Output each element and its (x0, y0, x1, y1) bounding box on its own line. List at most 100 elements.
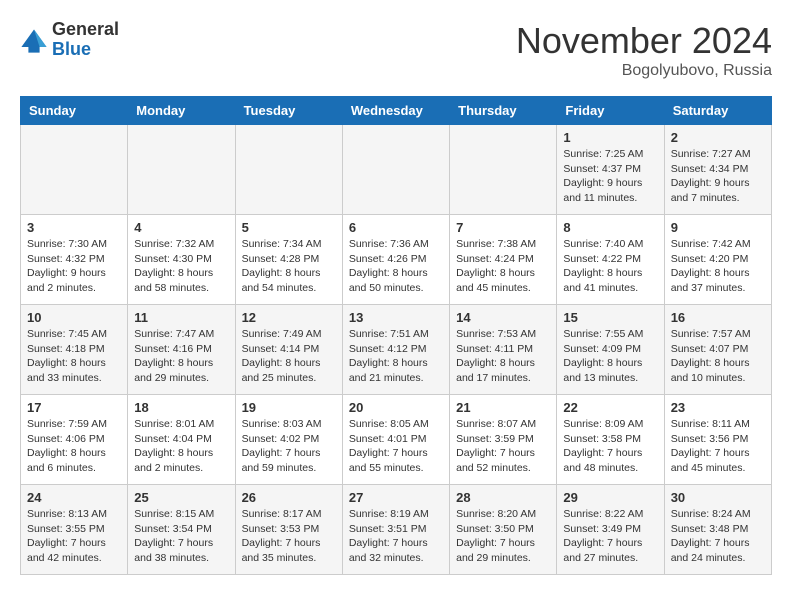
day-info: Sunrise: 7:47 AM Sunset: 4:16 PM Dayligh… (134, 327, 228, 386)
day-info: Sunrise: 8:20 AM Sunset: 3:50 PM Dayligh… (456, 507, 550, 566)
day-number: 14 (456, 310, 550, 325)
day-info: Sunrise: 7:40 AM Sunset: 4:22 PM Dayligh… (563, 237, 657, 296)
calendar-cell (21, 125, 128, 215)
day-number: 24 (27, 490, 121, 505)
day-info: Sunrise: 8:01 AM Sunset: 4:04 PM Dayligh… (134, 417, 228, 476)
column-header-monday: Monday (128, 97, 235, 125)
calendar-cell: 15 Sunrise: 7:55 AM Sunset: 4:09 PM Dayli… (557, 305, 664, 395)
column-header-saturday: Saturday (664, 97, 771, 125)
day-info: Sunrise: 8:03 AM Sunset: 4:02 PM Dayligh… (242, 417, 336, 476)
calendar-cell: 25 Sunrise: 8:15 AM Sunset: 3:54 PM Dayli… (128, 485, 235, 575)
calendar-cell: 4 Sunrise: 7:32 AM Sunset: 4:30 PM Daylig… (128, 215, 235, 305)
day-number: 29 (563, 490, 657, 505)
day-info: Sunrise: 8:07 AM Sunset: 3:59 PM Dayligh… (456, 417, 550, 476)
page-header: General Blue November 2024 Bogolyubovo, … (20, 20, 772, 80)
calendar-cell: 5 Sunrise: 7:34 AM Sunset: 4:28 PM Daylig… (235, 215, 342, 305)
day-number: 16 (671, 310, 765, 325)
column-header-tuesday: Tuesday (235, 97, 342, 125)
logo-text: General Blue (52, 20, 119, 60)
column-header-thursday: Thursday (450, 97, 557, 125)
calendar-cell: 2Sunrise: 7:27 AM Sunset: 4:34 PM Daylig… (664, 125, 771, 215)
calendar-cell (342, 125, 449, 215)
day-info: Sunrise: 7:30 AM Sunset: 4:32 PM Dayligh… (27, 237, 121, 296)
calendar-cell: 7Sunrise: 7:38 AM Sunset: 4:24 PM Daylig… (450, 215, 557, 305)
day-info: Sunrise: 7:59 AM Sunset: 4:06 PM Dayligh… (27, 417, 121, 476)
calendar-cell: 16 Sunrise: 7:57 AM Sunset: 4:07 PM Dayli… (664, 305, 771, 395)
calendar-week-1: 1Sunrise: 7:25 AM Sunset: 4:37 PM Daylig… (21, 125, 772, 215)
day-info: Sunrise: 7:27 AM Sunset: 4:34 PM Dayligh… (671, 147, 765, 206)
day-info: Sunrise: 7:32 AM Sunset: 4:30 PM Dayligh… (134, 237, 228, 296)
calendar-table: SundayMondayTuesdayWednesdayThursdayFrid… (20, 96, 772, 575)
calendar-week-2: 3 Sunrise: 7:30 AM Sunset: 4:32 PM Daylig… (21, 215, 772, 305)
calendar-cell (235, 125, 342, 215)
day-info: Sunrise: 8:17 AM Sunset: 3:53 PM Dayligh… (242, 507, 336, 566)
column-header-wednesday: Wednesday (342, 97, 449, 125)
day-info: Sunrise: 7:34 AM Sunset: 4:28 PM Dayligh… (242, 237, 336, 296)
calendar-cell: 30 Sunrise: 8:24 AM Sunset: 3:48 PM Dayli… (664, 485, 771, 575)
day-number: 3 (27, 220, 121, 235)
column-header-sunday: Sunday (21, 97, 128, 125)
day-number: 1 (563, 130, 657, 145)
calendar-cell: 23 Sunrise: 8:11 AM Sunset: 3:56 PM Dayli… (664, 395, 771, 485)
calendar-week-4: 17 Sunrise: 7:59 AM Sunset: 4:06 PM Dayli… (21, 395, 772, 485)
day-info: Sunrise: 7:42 AM Sunset: 4:20 PM Dayligh… (671, 237, 765, 296)
calendar-cell: 8 Sunrise: 7:40 AM Sunset: 4:22 PM Daylig… (557, 215, 664, 305)
calendar-cell: 20 Sunrise: 8:05 AM Sunset: 4:01 PM Dayli… (342, 395, 449, 485)
calendar-cell: 13Sunrise: 7:51 AM Sunset: 4:12 PM Dayli… (342, 305, 449, 395)
day-info: Sunrise: 8:15 AM Sunset: 3:54 PM Dayligh… (134, 507, 228, 566)
day-number: 23 (671, 400, 765, 415)
day-info: Sunrise: 7:36 AM Sunset: 4:26 PM Dayligh… (349, 237, 443, 296)
day-number: 21 (456, 400, 550, 415)
day-number: 18 (134, 400, 228, 415)
day-info: Sunrise: 8:05 AM Sunset: 4:01 PM Dayligh… (349, 417, 443, 476)
day-number: 19 (242, 400, 336, 415)
day-number: 20 (349, 400, 443, 415)
calendar-cell: 1Sunrise: 7:25 AM Sunset: 4:37 PM Daylig… (557, 125, 664, 215)
day-number: 25 (134, 490, 228, 505)
calendar-cell: 29Sunrise: 8:22 AM Sunset: 3:49 PM Dayli… (557, 485, 664, 575)
logo-general-text: General (52, 20, 119, 40)
calendar-cell: 26Sunrise: 8:17 AM Sunset: 3:53 PM Dayli… (235, 485, 342, 575)
day-info: Sunrise: 7:45 AM Sunset: 4:18 PM Dayligh… (27, 327, 121, 386)
calendar-cell: 11 Sunrise: 7:47 AM Sunset: 4:16 PM Dayli… (128, 305, 235, 395)
calendar-cell: 27Sunrise: 8:19 AM Sunset: 3:51 PM Dayli… (342, 485, 449, 575)
logo-icon (20, 26, 48, 54)
day-info: Sunrise: 7:57 AM Sunset: 4:07 PM Dayligh… (671, 327, 765, 386)
calendar-cell: 6Sunrise: 7:36 AM Sunset: 4:26 PM Daylig… (342, 215, 449, 305)
day-number: 10 (27, 310, 121, 325)
day-number: 15 (563, 310, 657, 325)
calendar-cell: 3 Sunrise: 7:30 AM Sunset: 4:32 PM Daylig… (21, 215, 128, 305)
calendar-cell: 12 Sunrise: 7:49 AM Sunset: 4:14 PM Dayli… (235, 305, 342, 395)
calendar-cell: 21 Sunrise: 8:07 AM Sunset: 3:59 PM Dayli… (450, 395, 557, 485)
day-number: 28 (456, 490, 550, 505)
title-block: November 2024 Bogolyubovo, Russia (516, 20, 772, 80)
calendar-cell (450, 125, 557, 215)
day-number: 12 (242, 310, 336, 325)
day-info: Sunrise: 7:55 AM Sunset: 4:09 PM Dayligh… (563, 327, 657, 386)
day-info: Sunrise: 8:11 AM Sunset: 3:56 PM Dayligh… (671, 417, 765, 476)
day-info: Sunrise: 7:49 AM Sunset: 4:14 PM Dayligh… (242, 327, 336, 386)
day-info: Sunrise: 8:13 AM Sunset: 3:55 PM Dayligh… (27, 507, 121, 566)
calendar-week-5: 24 Sunrise: 8:13 AM Sunset: 3:55 PM Dayli… (21, 485, 772, 575)
calendar-cell: 24 Sunrise: 8:13 AM Sunset: 3:55 PM Dayli… (21, 485, 128, 575)
calendar-cell: 14 Sunrise: 7:53 AM Sunset: 4:11 PM Dayli… (450, 305, 557, 395)
column-headers: SundayMondayTuesdayWednesdayThursdayFrid… (21, 97, 772, 125)
calendar-cell: 18 Sunrise: 8:01 AM Sunset: 4:04 PM Dayli… (128, 395, 235, 485)
day-number: 5 (242, 220, 336, 235)
day-info: Sunrise: 7:51 AM Sunset: 4:12 PM Dayligh… (349, 327, 443, 386)
day-number: 17 (27, 400, 121, 415)
calendar-cell: 19 Sunrise: 8:03 AM Sunset: 4:02 PM Dayli… (235, 395, 342, 485)
day-number: 11 (134, 310, 228, 325)
calendar-cell: 9Sunrise: 7:42 AM Sunset: 4:20 PM Daylig… (664, 215, 771, 305)
logo: General Blue (20, 20, 119, 60)
day-info: Sunrise: 7:53 AM Sunset: 4:11 PM Dayligh… (456, 327, 550, 386)
calendar-cell: 22Sunrise: 8:09 AM Sunset: 3:58 PM Dayli… (557, 395, 664, 485)
month-title: November 2024 (516, 20, 772, 62)
calendar-cell (128, 125, 235, 215)
day-number: 4 (134, 220, 228, 235)
day-number: 27 (349, 490, 443, 505)
day-number: 30 (671, 490, 765, 505)
day-info: Sunrise: 8:09 AM Sunset: 3:58 PM Dayligh… (563, 417, 657, 476)
day-info: Sunrise: 8:24 AM Sunset: 3:48 PM Dayligh… (671, 507, 765, 566)
day-number: 8 (563, 220, 657, 235)
